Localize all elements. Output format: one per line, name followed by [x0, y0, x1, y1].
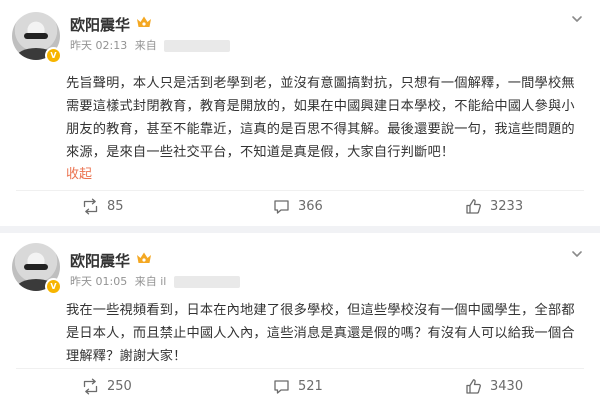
post-source-mask — [173, 276, 240, 288]
divider — [16, 190, 584, 191]
like-count: 3430 — [490, 378, 524, 394]
post-meta: 昨天 01:05 来自 il — [70, 273, 240, 289]
repost-button[interactable]: 85 — [82, 196, 124, 216]
thumbs-up-icon — [466, 378, 481, 394]
chevron-down-icon[interactable] — [570, 12, 584, 26]
verified-badge-icon: V — [45, 278, 62, 295]
comment-icon — [274, 199, 289, 214]
repost-button[interactable]: 250 — [82, 376, 132, 396]
post-source-prefix: 来自 — [134, 39, 157, 52]
weibo-feed: V 欧阳震华 昨天 02:13 来自 先旨聲明，本人只是活到老學到老，並沒有意圖… — [0, 0, 600, 407]
like-button[interactable]: 3430 — [465, 376, 523, 396]
chevron-down-icon[interactable] — [570, 247, 584, 261]
verified-badge-icon: V — [45, 47, 62, 64]
post-actions: 85 366 3233 — [0, 196, 600, 216]
comment-count: 521 — [298, 378, 323, 394]
comment-icon — [274, 379, 289, 394]
post-source-mask — [164, 40, 231, 52]
post-card: V 欧阳震华 昨天 01:05 来自 il 我在一些視頻看到，日本在內地建了很多… — [0, 233, 600, 407]
post-content: 我在一些視頻看到，日本在內地建了很多學校，但這些學校沒有一個中國學生，全部都是日… — [66, 303, 575, 364]
post-time[interactable]: 昨天 01:05 — [70, 275, 127, 288]
repost-count: 85 — [107, 198, 124, 214]
crown-icon — [137, 16, 151, 27]
post-card: V 欧阳震华 昨天 02:13 来自 先旨聲明，本人只是活到老學到老，並沒有意圖… — [0, 0, 600, 226]
post-content: 先旨聲明，本人只是活到老學到老，並沒有意圖搞對抗，只想有一個解釋，一間學校無需要… — [66, 76, 575, 160]
post-source-prefix: 来自 il — [134, 275, 167, 288]
divider — [16, 368, 584, 369]
repost-icon — [83, 198, 98, 214]
collapse-link[interactable]: 收起 — [66, 163, 92, 182]
post-time[interactable]: 昨天 02:13 — [70, 39, 127, 52]
username[interactable]: 欧阳震华 — [70, 250, 130, 271]
comment-count: 366 — [298, 198, 323, 214]
comment-button[interactable]: 521 — [273, 376, 323, 396]
username[interactable]: 欧阳震华 — [70, 14, 130, 35]
like-count: 3233 — [490, 198, 524, 214]
repost-count: 250 — [107, 378, 132, 394]
crown-icon — [137, 252, 151, 263]
like-button[interactable]: 3233 — [465, 196, 523, 216]
comment-button[interactable]: 366 — [273, 196, 323, 216]
post-meta: 昨天 02:13 来自 — [70, 37, 231, 53]
post-actions: 250 521 3430 — [0, 376, 600, 396]
repost-icon — [83, 378, 98, 394]
thumbs-up-icon — [466, 198, 481, 214]
